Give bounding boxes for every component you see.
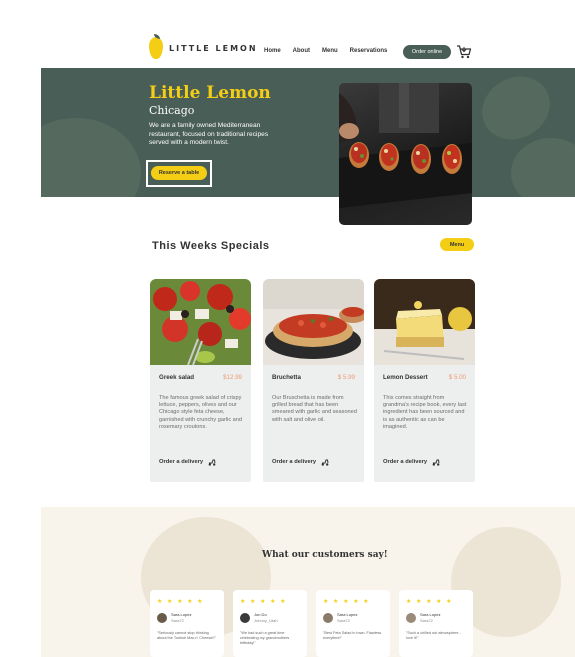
testimonials-title: What our customers say! [262, 550, 388, 560]
header: LITTLE LEMON Home About Menu Reservation… [0, 0, 575, 68]
nav-menu[interactable]: Menu [322, 48, 338, 54]
card-description: This comes straight from grandma's recip… [383, 395, 467, 430]
avatar [323, 613, 333, 623]
nav-about[interactable]: About [293, 48, 310, 54]
review-card: ★ ★ ★ ★ ★ Sara Lopez Sara72 "Seriously c… [150, 590, 224, 657]
menu-button[interactable]: Menu [440, 238, 474, 251]
avatar [406, 613, 416, 623]
cart-icon[interactable] [456, 44, 472, 60]
specials-title: This Weeks Specials [152, 240, 270, 252]
hero-decor-leaf [511, 138, 575, 197]
special-card-bruchetta: Bruchetta $ 5.99 Our Bruschetta is made … [263, 279, 364, 482]
delivery-moped-icon[interactable] [321, 459, 329, 466]
nav-reservations[interactable]: Reservations [350, 48, 388, 54]
review-quote: "Seriously cannot stop thinking about th… [157, 631, 216, 640]
special-card-lemon-dessert: Lemon Dessert $ 5.00 This comes straight… [374, 279, 475, 482]
hero-food-image [339, 83, 472, 225]
card-price: $12.99 [223, 374, 242, 381]
order-delivery-link[interactable]: Order a delivery [272, 459, 316, 465]
lemon-logo-icon [149, 34, 163, 59]
logo[interactable]: LITTLE LEMON [149, 34, 258, 59]
rating-stars: ★ ★ ★ ★ ★ [240, 599, 288, 605]
bruchetta-image [263, 279, 364, 365]
review-card: ★ ★ ★ ★ ★ Sara Lopez Sara72 "Best Feta S… [316, 590, 390, 657]
review-quote: "Such a chilled out atmosphere - love it… [406, 631, 461, 640]
review-quote: "Best Feta Salad in town. Flawless every… [323, 631, 382, 640]
lemon-dessert-image [374, 279, 475, 365]
review-quote: "We had such a great time celebrating my… [240, 631, 290, 645]
testimonials-section [41, 507, 575, 657]
main-nav: Home About Menu Reservations [264, 48, 387, 54]
reviewer-name: Sara Lopez [171, 612, 192, 617]
delivery-moped-icon[interactable] [208, 459, 216, 466]
hero-title: Little Lemon [149, 83, 271, 103]
reviewer-handle: Sara72 [420, 618, 433, 623]
reserve-table-button[interactable]: Reserve a table [151, 166, 207, 180]
reviewer-name: Sara Lopez [420, 612, 441, 617]
logo-text: LITTLE LEMON [169, 43, 258, 53]
reviewer-name: Sara Lopez [337, 612, 358, 617]
bruschetta-plate-illustration [339, 83, 472, 208]
hero-subtitle: Chicago [149, 104, 195, 117]
nav-home[interactable]: Home [264, 48, 281, 54]
reviewer-name: Jon Do [254, 612, 267, 617]
card-price: $ 5.00 [448, 374, 466, 381]
avatar [240, 613, 250, 623]
card-price: $ 5.99 [337, 374, 355, 381]
avatar [157, 613, 167, 623]
card-name: Lemon Dessert [383, 374, 428, 381]
rating-stars: ★ ★ ★ ★ ★ [406, 599, 454, 605]
review-card: ★ ★ ★ ★ ★ Jon Do Johnny_Utah "We had suc… [233, 590, 307, 657]
card-name: Bruchetta [272, 374, 301, 381]
hero-description: We are a family owned Mediterranean rest… [149, 122, 269, 146]
delivery-moped-icon[interactable] [432, 459, 440, 466]
special-card-greek-salad: Greek salad $12.99 The famous greek sala… [150, 279, 251, 482]
greek-salad-image [150, 279, 251, 365]
card-description: Our Bruschetta is made from grilled brea… [272, 395, 357, 423]
card-name: Greek salad [159, 374, 195, 381]
reviewer-handle: Sara72 [337, 618, 350, 623]
order-delivery-link[interactable]: Order a delivery [383, 459, 427, 465]
hero-decor-leaf [41, 118, 141, 197]
reviewer-handle: Sara72 [171, 618, 184, 623]
reviewer-handle: Johnny_Utah [254, 618, 278, 623]
review-card: ★ ★ ★ ★ ★ Sara Lopez Sara72 "Such a chil… [399, 590, 473, 657]
card-description: The famous greek salad of crispy lettuce… [159, 395, 243, 430]
rating-stars: ★ ★ ★ ★ ★ [157, 599, 205, 605]
order-online-button[interactable]: Order online [403, 45, 451, 59]
rating-stars: ★ ★ ★ ★ ★ [323, 599, 371, 605]
order-delivery-link[interactable]: Order a delivery [159, 459, 203, 465]
hero-section [41, 68, 575, 197]
